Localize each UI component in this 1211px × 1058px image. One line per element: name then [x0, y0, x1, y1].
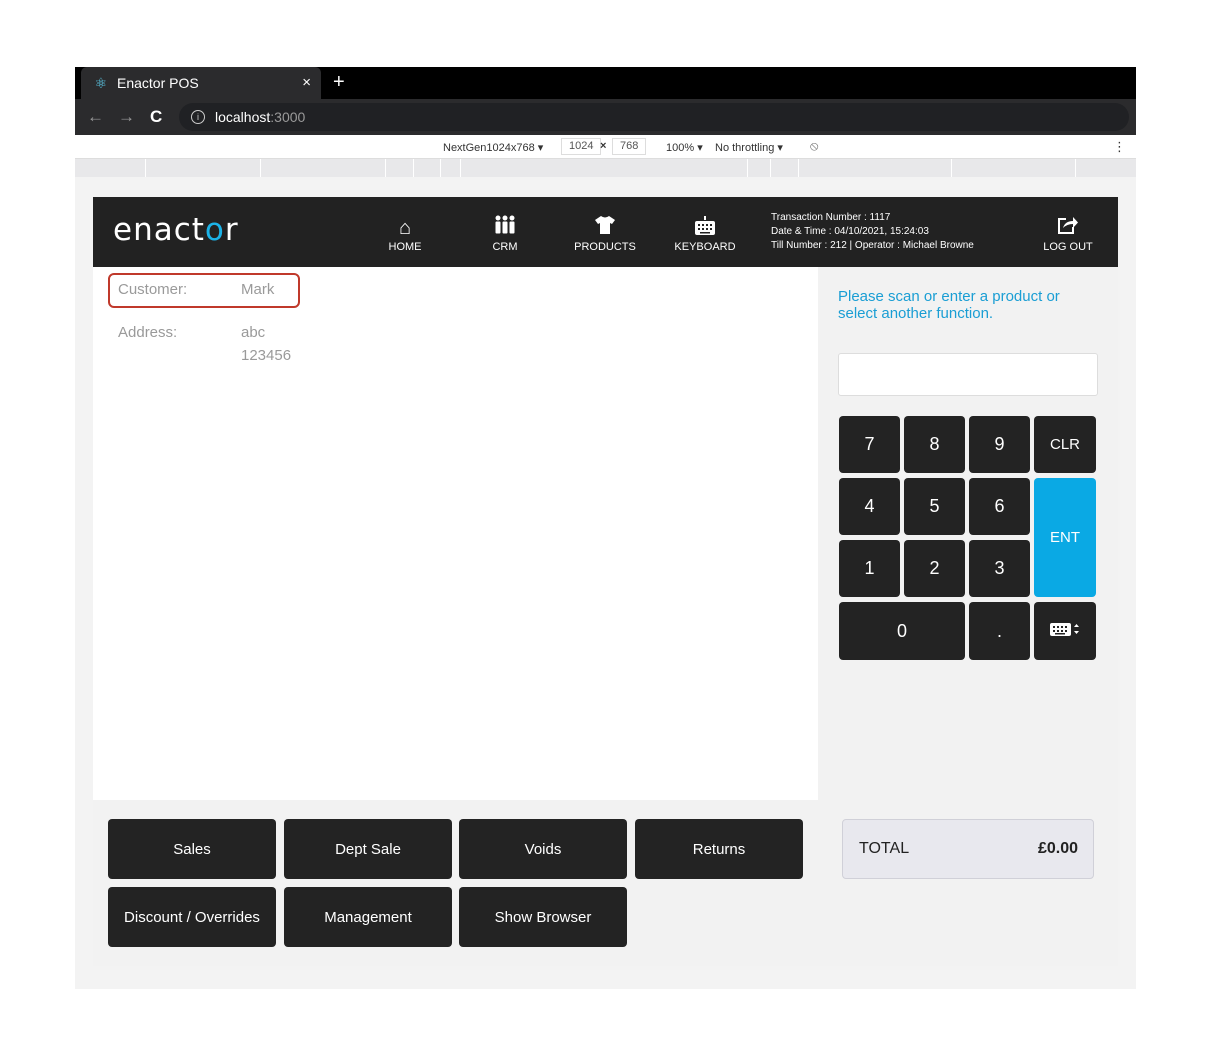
tshirt-icon — [565, 215, 645, 241]
function-bar: Sales Dept Sale Voids Returns Discount /… — [93, 800, 1118, 966]
key-3[interactable]: 3 — [969, 540, 1030, 597]
sales-button[interactable]: Sales — [108, 819, 276, 879]
more-options-icon[interactable]: ⋮ — [1113, 139, 1126, 155]
key-clear[interactable]: CLR — [1034, 416, 1096, 473]
throttling-select[interactable]: No throttling ▾ — [715, 141, 783, 154]
date-time: Date & Time : 04/10/2021, 15:24:03 — [771, 226, 929, 237]
keyboard-toggle-button[interactable] — [1034, 602, 1096, 660]
total-value: £0.00 — [1037, 840, 1078, 857]
key-2[interactable]: 2 — [904, 540, 965, 597]
back-icon[interactable]: ← — [87, 107, 104, 127]
enactor-logo: enactor — [113, 212, 239, 248]
nav-products-label: PRODUCTS — [574, 241, 636, 253]
address-label: Address: — [118, 324, 178, 341]
tab-close-icon[interactable]: × — [302, 74, 311, 91]
keyboard-toggle-icon — [1049, 620, 1081, 643]
media-query-ruler — [75, 159, 1136, 177]
pos-app: enactor ⌂ HOME CRM PRODUCTS KEYBOARD Tra… — [93, 197, 1118, 966]
home-icon: ⌂ — [398, 217, 412, 239]
nav-crm[interactable]: CRM — [465, 215, 545, 253]
browser-toolbar: ← → C i localhost :3000 — [75, 99, 1136, 135]
key-0[interactable]: 0 — [839, 602, 965, 660]
tab-title: Enactor POS — [117, 75, 199, 91]
key-enter[interactable]: ENT — [1034, 478, 1096, 597]
url-host: localhost — [215, 109, 271, 125]
width-input[interactable]: 1024 — [561, 138, 602, 155]
till-operator: Till Number : 212 | Operator : Michael B… — [771, 240, 974, 251]
transaction-panel: Customer: Mark Address: abc 123456 — [93, 267, 818, 800]
key-7[interactable]: 7 — [839, 416, 900, 473]
nav-keyboard[interactable]: KEYBOARD — [665, 215, 745, 253]
reload-icon[interactable]: C — [150, 107, 162, 127]
key-1[interactable]: 1 — [839, 540, 900, 597]
key-8[interactable]: 8 — [904, 416, 965, 473]
nav-keyboard-label: KEYBOARD — [674, 241, 736, 253]
new-tab-button[interactable]: + — [333, 71, 345, 94]
address-bar[interactable]: i localhost :3000 — [179, 103, 1129, 131]
customer-label: Customer: — [118, 281, 188, 298]
input-panel: Please scan or enter a product or select… — [818, 267, 1118, 800]
nav-products[interactable]: PRODUCTS — [565, 215, 645, 253]
dimension-separator: × — [600, 140, 607, 152]
react-icon: ⚛ — [94, 75, 108, 91]
browser-tab[interactable]: ⚛ Enactor POS × — [81, 67, 321, 99]
address-line-2: 123456 — [241, 347, 292, 364]
device-select[interactable]: NextGen1024x768 ▾ — [443, 141, 543, 154]
keyboard-icon — [665, 215, 745, 241]
forward-icon[interactable]: → — [118, 107, 135, 127]
prompt-message: Please scan or enter a product or select… — [838, 288, 1060, 322]
address-line-1: abc — [241, 324, 266, 341]
show-browser-button[interactable]: Show Browser — [459, 887, 627, 947]
device-toolbar: NextGen1024x768 ▾ 1024 × 768 100% ▾ No t… — [75, 135, 1136, 159]
nav-home-label: HOME — [388, 241, 422, 253]
transaction-number: Transaction Number : 1117 — [771, 212, 891, 223]
returns-button[interactable]: Returns — [635, 819, 803, 879]
rotate-icon[interactable]: ⦸ — [810, 138, 818, 154]
total-label: TOTAL — [859, 840, 910, 857]
nav-home[interactable]: ⌂ HOME — [365, 215, 445, 253]
voids-button[interactable]: Voids — [459, 819, 627, 879]
key-9[interactable]: 9 — [969, 416, 1030, 473]
zoom-select[interactable]: 100% ▾ — [666, 141, 703, 154]
info-icon[interactable]: i — [191, 110, 205, 124]
pos-header: enactor ⌂ HOME CRM PRODUCTS KEYBOARD Tra… — [93, 197, 1118, 267]
people-icon — [465, 215, 545, 241]
logout-icon — [1028, 215, 1108, 241]
key-6[interactable]: 6 — [969, 478, 1030, 535]
dept-sale-button[interactable]: Dept Sale — [284, 819, 452, 879]
tab-bar: ⚛ Enactor POS × + — [75, 67, 1136, 99]
key-decimal[interactable]: . — [969, 602, 1030, 660]
key-5[interactable]: 5 — [904, 478, 965, 535]
url-port: :3000 — [270, 109, 306, 125]
transaction-info: Transaction Number : 1117 Date & Time : … — [771, 211, 974, 253]
logout-button[interactable]: LOG OUT — [1028, 215, 1108, 253]
key-4[interactable]: 4 — [839, 478, 900, 535]
total-box: TOTAL £0.00 — [842, 819, 1094, 879]
height-input[interactable]: 768 — [612, 138, 647, 155]
nav-crm-label: CRM — [492, 241, 518, 253]
customer-value: Mark — [241, 281, 275, 298]
logout-label: LOG OUT — [1043, 241, 1093, 253]
entry-input[interactable] — [838, 353, 1098, 396]
discount-overrides-button[interactable]: Discount / Overrides — [108, 887, 276, 947]
management-button[interactable]: Management — [284, 887, 452, 947]
